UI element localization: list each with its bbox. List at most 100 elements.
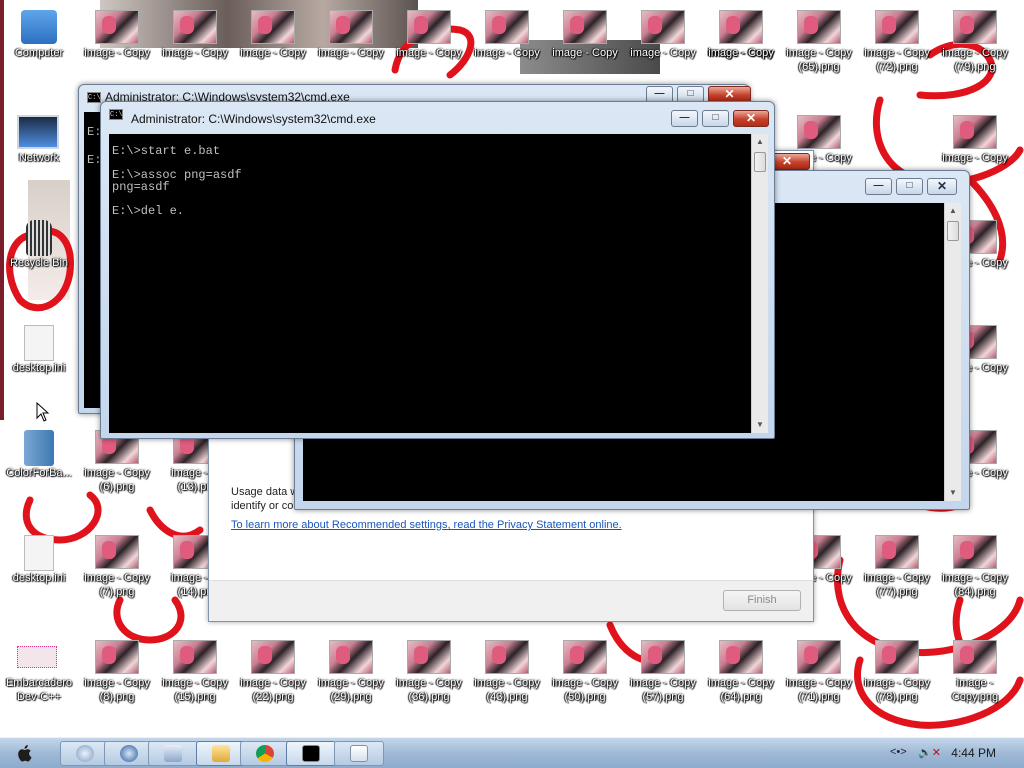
- image-thumbnail-icon: [329, 640, 373, 674]
- taskbar-item-explorer[interactable]: [148, 741, 198, 766]
- desktop-icon-label: image - Copy (36).png: [396, 677, 462, 703]
- minimize-button[interactable]: —: [671, 110, 698, 127]
- image-thumbnail-icon: [95, 640, 139, 674]
- desktop-icon[interactable]: image - Copy (8).png: [78, 636, 156, 708]
- desktop-icon[interactable]: image - Copy (36).png: [390, 636, 468, 708]
- desktop-icon[interactable]: image - Copy: [624, 6, 702, 78]
- image-thumbnail-icon: [953, 535, 997, 569]
- app-icon: [17, 646, 57, 668]
- desktop-icon[interactable]: image - Copy (7).png: [78, 531, 156, 603]
- scroll-up-arrow-icon[interactable]: ▲: [945, 203, 961, 219]
- desktop-icon[interactable]: image - Copy: [156, 6, 234, 78]
- maximize-button[interactable]: □: [896, 178, 923, 195]
- minimize-button[interactable]: —: [865, 178, 892, 195]
- folder-icon: [24, 430, 54, 466]
- desktop-icon-label: ColorForBa...: [6, 467, 72, 479]
- desktop-icon-label: image - Copy (84).png: [942, 572, 1008, 598]
- desktop-icon[interactable]: image - Copy (71).png: [780, 636, 858, 708]
- image-thumbnail-icon: [95, 535, 139, 569]
- desktop-icon-label: image - Copy: [318, 47, 384, 59]
- close-button[interactable]: ✕: [733, 110, 769, 127]
- desktop-icon-label: image - Copy: [942, 152, 1008, 164]
- taskbar-item-window[interactable]: [334, 741, 384, 766]
- desktop-icon[interactable]: image - Copy (72).png: [858, 6, 936, 78]
- close-button[interactable]: ✕: [927, 178, 957, 195]
- desktop-icon[interactable]: image - Copy (65).png: [780, 6, 858, 78]
- system-orb-icon: [76, 745, 94, 762]
- desktop-icon[interactable]: image - Copy (79).png: [936, 6, 1014, 78]
- image-thumbnail-icon: [797, 115, 841, 149]
- image-thumbnail-icon: [173, 640, 217, 674]
- desktop-icon[interactable]: image - Copy (57).png: [624, 636, 702, 708]
- desktop-icon[interactable]: image - Copy: [468, 6, 546, 78]
- clock[interactable]: 4:44 PM: [951, 746, 996, 760]
- computer-icon: [21, 10, 57, 44]
- taskbar-item-search[interactable]: [104, 741, 154, 766]
- usage-data-text: Usage data w identify or co: [231, 486, 298, 512]
- desktop-icon[interactable]: Network: [0, 111, 78, 183]
- desktop-icon[interactable]: image - Copy (77).png: [858, 531, 936, 603]
- console-output[interactable]: E:\>start e.bat E:\>assoc png=asdf png=a…: [109, 134, 751, 433]
- desktop-icon[interactable]: image - Copy: [234, 6, 312, 78]
- desktop-icon-label: image - Copy (57).png: [630, 677, 696, 703]
- desktop-icon-label: image - Copy (71).png: [786, 677, 852, 703]
- vertical-scrollbar[interactable]: ▲ ▼: [944, 203, 961, 501]
- scroll-up-arrow-icon[interactable]: ▲: [752, 134, 768, 150]
- desktop-icon[interactable]: image - Copy (22).png: [234, 636, 312, 708]
- scroll-down-arrow-icon[interactable]: ▼: [945, 485, 961, 501]
- window-title: Administrator: C:\Windows\system32\cmd.e…: [131, 112, 376, 126]
- desktop-icon[interactable]: image - Copy: [312, 6, 390, 78]
- cmd-icon: C:\: [87, 92, 101, 103]
- desktop-icon[interactable]: image - Copy (64).png: [702, 636, 780, 708]
- taskbar-item-folder[interactable]: [196, 741, 246, 766]
- desktop-icon-label: image - Copy (7).png: [84, 572, 150, 598]
- desktop-icon[interactable]: image - Copy: [702, 6, 780, 78]
- desktop-icon[interactable]: image - Copy.png: [936, 636, 1014, 708]
- vertical-scrollbar[interactable]: ▲ ▼: [751, 134, 768, 433]
- desktop-icon[interactable]: image - Copy: [78, 6, 156, 78]
- desktop-icon[interactable]: image - Copy (29).png: [312, 636, 390, 708]
- image-thumbnail-icon: [953, 10, 997, 44]
- desktop-icon[interactable]: image - Copy (50).png: [546, 636, 624, 708]
- finish-button[interactable]: Finish: [723, 590, 801, 611]
- title-bar[interactable]: C:\ Administrator: C:\Windows\system32\c…: [101, 102, 774, 127]
- scroll-down-arrow-icon[interactable]: ▼: [752, 417, 768, 433]
- taskbar-item-cmd[interactable]: [286, 741, 336, 766]
- desktop-icon-label: desktop.ini: [12, 572, 66, 584]
- desktop-icon[interactable]: ColorForBa...: [0, 426, 78, 498]
- scroll-thumb[interactable]: [947, 221, 959, 241]
- desktop-icon[interactable]: image - Copy (43).png: [468, 636, 546, 708]
- desktop-icon[interactable]: image - Copy: [546, 6, 624, 78]
- desktop-icon-label: image - Copy: [630, 47, 696, 59]
- cmd-window-front[interactable]: C:\ Administrator: C:\Windows\system32\c…: [100, 101, 775, 439]
- chrome-icon: [256, 745, 274, 762]
- desktop-icon-label: image - Copy (50).png: [552, 677, 618, 703]
- taskbar-item-chrome[interactable]: [240, 741, 290, 766]
- desktop-icon-label: Embarcadero Dev-C++: [5, 677, 73, 703]
- image-thumbnail-icon: [797, 640, 841, 674]
- desktop-icon[interactable]: Computer: [0, 6, 78, 78]
- image-thumbnail-icon: [173, 10, 217, 44]
- desktop-icon-label: image - Copy: [240, 47, 306, 59]
- desktop-icon[interactable]: image - Copy (78).png: [858, 636, 936, 708]
- desktop-icon[interactable]: desktop.ini: [0, 531, 78, 603]
- cmd-icon: [302, 745, 320, 762]
- desktop-icon[interactable]: image - Copy (84).png: [936, 531, 1014, 603]
- image-thumbnail-icon: [953, 640, 997, 674]
- desktop-icon[interactable]: image - Copy (15).png: [156, 636, 234, 708]
- taskbar-item-system[interactable]: [60, 741, 110, 766]
- desktop-icon[interactable]: image - Copy: [390, 6, 468, 78]
- network-icon: [17, 115, 59, 149]
- apple-start-icon[interactable]: [14, 742, 36, 764]
- privacy-statement-link[interactable]: To learn more about Recommended settings…: [231, 519, 622, 531]
- desktop-icon-label: Recycle Bin: [9, 257, 69, 269]
- volume-muted-icon[interactable]: 🔈✕: [918, 746, 941, 759]
- desktop-icon[interactable]: Embarcadero Dev-C++: [0, 636, 78, 708]
- network-tray-icon[interactable]: <•>: [890, 746, 907, 758]
- folder-app-icon: [212, 745, 230, 762]
- maximize-button[interactable]: □: [702, 110, 729, 127]
- desktop-icon[interactable]: desktop.ini: [0, 321, 78, 393]
- desktop-icon[interactable]: Recycle Bin: [0, 216, 78, 288]
- scroll-thumb[interactable]: [754, 152, 766, 172]
- image-thumbnail-icon: [251, 10, 295, 44]
